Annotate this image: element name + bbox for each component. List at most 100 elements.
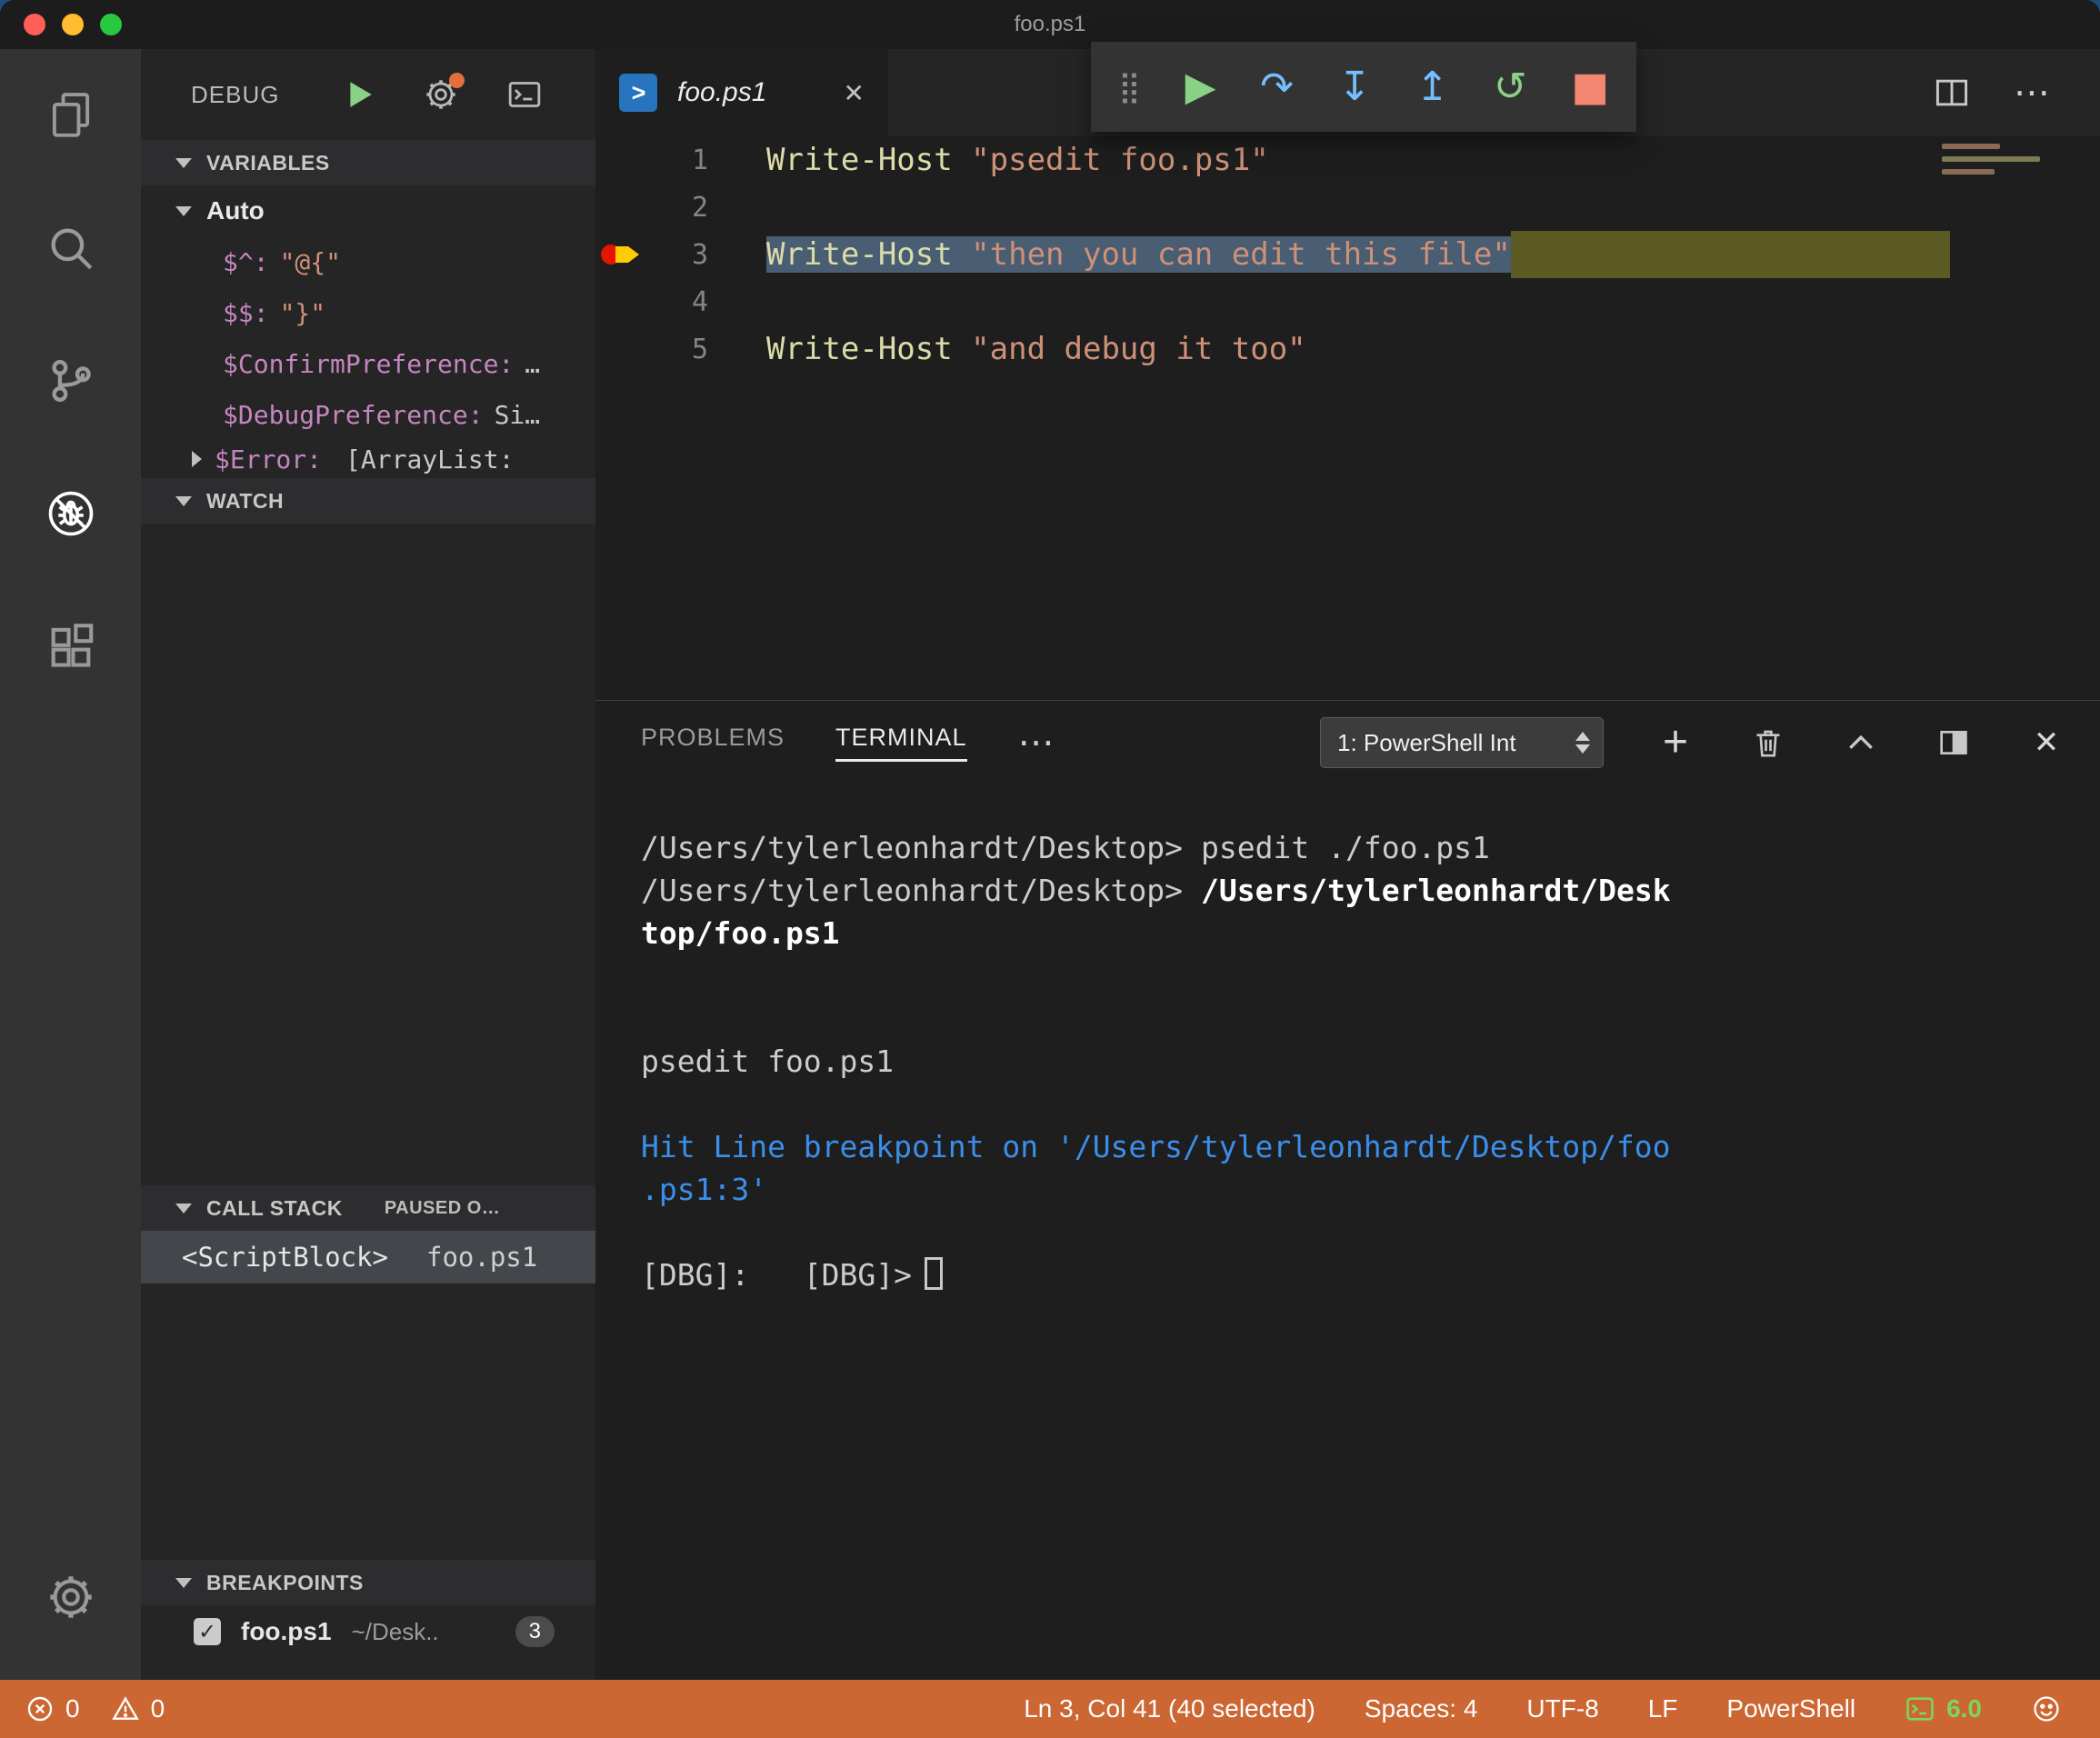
line-number: 5: [691, 333, 708, 365]
chevron-down-icon: [175, 205, 192, 216]
tab-terminal[interactable]: TERMINAL: [835, 724, 967, 762]
code-line-1[interactable]: 1 Write-Host "psedit foo.ps1": [595, 136, 2100, 184]
variable-row[interactable]: $ConfirmPreference: …: [141, 338, 595, 389]
breakpoint-line-badge: 3: [515, 1616, 555, 1647]
encoding[interactable]: UTF-8: [1526, 1694, 1598, 1723]
error-icon: [27, 1696, 53, 1722]
variable-row[interactable]: $$: "}": [141, 287, 595, 338]
debug-sidebar: DEBUG VARIABLES Auto $^: "@{" $$: "}" $C…: [141, 49, 595, 1680]
line-number: 3: [691, 238, 708, 271]
debug-icon[interactable]: [0, 447, 141, 580]
activity-bar: [0, 49, 141, 1680]
panel-more-tabs-icon[interactable]: ⋯: [1018, 722, 1055, 764]
continue-button[interactable]: ▶: [1185, 66, 1216, 107]
zoom-window-button[interactable]: [100, 14, 122, 35]
debug-toolbar: ⣿ ▶ ↷ ↧ ↥ ↺ ■: [1091, 42, 1636, 132]
feedback-smiley-icon[interactable]: [2031, 1693, 2062, 1724]
terminal-echo: psedit foo.ps1: [641, 1044, 895, 1079]
start-debug-icon[interactable]: [345, 79, 375, 110]
breakpoints-section-header[interactable]: BREAKPOINTS: [141, 1560, 595, 1605]
powershell-session-icon: [1906, 1697, 1934, 1721]
source-control-icon[interactable]: [0, 315, 141, 447]
variable-row-error[interactable]: $Error: [ArrayList:: [141, 440, 595, 478]
debug-prompt: [DBG]: [DBG]>: [641, 1257, 913, 1293]
bottom-panel: PROBLEMS TERMINAL ⋯ 1: PowerShell Int +: [595, 700, 2100, 1680]
step-over-button[interactable]: ↷: [1260, 66, 1294, 107]
breakpoint-hit-message-wrap: .ps1:3': [641, 1172, 768, 1207]
maximize-panel-chevron-icon[interactable]: [1840, 722, 1882, 764]
kill-terminal-trash-icon[interactable]: [1747, 722, 1789, 764]
call-stack-section-header[interactable]: CALL STACK PAUSED O…: [141, 1185, 595, 1231]
chevron-down-icon: [175, 1203, 192, 1214]
warning-count[interactable]: 0: [111, 1694, 165, 1723]
indentation[interactable]: Spaces: 4: [1365, 1694, 1478, 1723]
terminal-cursor: [925, 1257, 944, 1290]
split-editor-icon[interactable]: [1932, 73, 1972, 113]
drag-handle-icon[interactable]: ⣿: [1118, 69, 1141, 105]
minimize-window-button[interactable]: [62, 14, 84, 35]
cursor-position[interactable]: Ln 3, Col 41 (40 selected): [1024, 1694, 1315, 1723]
warning-icon: [111, 1696, 139, 1720]
terminal-command: /Users/tylerleonhardt/Desk: [1201, 873, 1671, 908]
code-line-4[interactable]: 4: [595, 278, 2100, 325]
window-controls: [24, 0, 122, 49]
debug-line-highlight: [1510, 231, 1950, 278]
code-line-2[interactable]: 2: [595, 184, 2100, 231]
debug-console-icon[interactable]: [506, 76, 543, 113]
call-stack-frame-row[interactable]: <ScriptBlock> foo.ps1: [141, 1231, 595, 1284]
paused-status-text: PAUSED O…: [384, 1197, 501, 1218]
step-into-button[interactable]: ↧: [1338, 66, 1372, 107]
extensions-icon[interactable]: [0, 580, 141, 713]
line-number: 4: [691, 285, 708, 318]
configure-notification-dot: [449, 73, 465, 88]
close-window-button[interactable]: [24, 14, 45, 35]
language-mode[interactable]: PowerShell: [1726, 1694, 1855, 1723]
variables-scope-auto[interactable]: Auto: [141, 185, 595, 236]
step-out-button[interactable]: ↥: [1415, 66, 1449, 107]
tab-close-icon[interactable]: ✕: [844, 78, 865, 108]
debug-configure-gear-icon[interactable]: [423, 73, 465, 113]
line-number: 2: [691, 191, 708, 224]
settings-gear-icon[interactable]: [0, 1531, 141, 1663]
breakpoint-current-line-icon[interactable]: [597, 235, 650, 275]
code-line-3[interactable]: 3 Write-Host "then you can edit this fil…: [595, 231, 2100, 278]
tab-foo-ps1[interactable]: > foo.ps1 ✕: [595, 49, 888, 136]
eol-sequence[interactable]: LF: [1648, 1694, 1678, 1723]
line-number: 1: [691, 144, 708, 176]
window-title: foo.ps1: [1014, 12, 1086, 36]
breakpoint-row[interactable]: ✓ foo.ps1 ~/Desk.. 3: [141, 1605, 595, 1658]
chevron-down-icon: [175, 495, 192, 506]
sidebar-title: DEBUG: [191, 80, 280, 108]
minimap[interactable]: [1942, 144, 2044, 182]
terminal-select-spinner: [1570, 732, 1595, 754]
watch-section-header[interactable]: WATCH: [141, 478, 595, 524]
chevron-down-icon: [175, 1577, 192, 1588]
breakpoint-checkbox[interactable]: ✓: [194, 1618, 221, 1645]
breakpoint-hit-message: Hit Line breakpoint on '/Users/tylerleon…: [641, 1129, 1671, 1164]
variable-row[interactable]: $DebugPreference: Si…: [141, 389, 595, 440]
vscode-window: foo.ps1 DEBUG VARIABLES Auto $^: "@{" $$…: [0, 0, 2100, 1738]
error-count[interactable]: 0: [25, 1694, 80, 1723]
search-icon[interactable]: [0, 182, 141, 315]
code-editor[interactable]: 1 Write-Host "psedit foo.ps1" 2 3 Write-…: [595, 136, 2100, 700]
powershell-file-icon: >: [619, 74, 657, 112]
explorer-icon[interactable]: [0, 49, 141, 182]
move-panel-icon[interactable]: [1933, 722, 1975, 764]
code-line-5[interactable]: 5 Write-Host "and debug it too": [595, 325, 2100, 373]
editor-group: > foo.ps1 ✕ ⋯ 1 Write-Host "psedit foo.p…: [595, 49, 2100, 1680]
tab-problems[interactable]: PROBLEMS: [641, 724, 785, 762]
panel-header: PROBLEMS TERMINAL ⋯ 1: PowerShell Int +: [595, 701, 2100, 784]
chevron-down-icon: [175, 157, 192, 168]
chevron-right-icon: [192, 451, 202, 467]
terminal-output[interactable]: /Users/tylerleonhardt/Desktop> psedit ./f…: [595, 784, 2100, 1296]
new-terminal-icon[interactable]: +: [1655, 721, 1696, 764]
editor-more-actions-icon[interactable]: ⋯: [2014, 72, 2050, 114]
powershell-session-version[interactable]: 6.0: [1905, 1693, 1982, 1724]
close-panel-icon[interactable]: ✕: [2025, 722, 2067, 764]
stop-button[interactable]: ■: [1571, 66, 1609, 107]
variable-row[interactable]: $^: "@{": [141, 236, 595, 287]
variables-section-header[interactable]: VARIABLES: [141, 140, 595, 185]
restart-button[interactable]: ↺: [1494, 66, 1527, 107]
terminal-select[interactable]: 1: PowerShell Int: [1320, 717, 1604, 768]
title-bar[interactable]: foo.ps1: [0, 0, 2100, 49]
